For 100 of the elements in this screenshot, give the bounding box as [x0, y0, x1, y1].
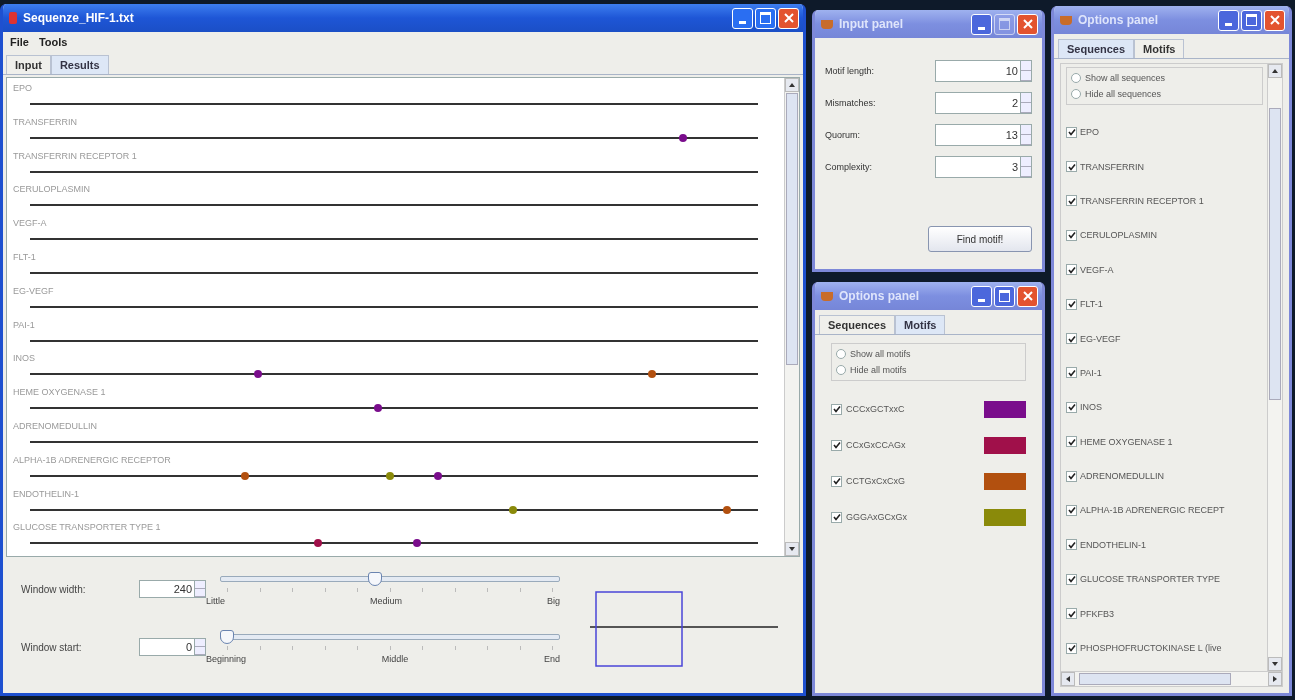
- control-label: Window start:: [21, 641, 83, 653]
- tab[interactable]: Motifs: [1134, 39, 1185, 58]
- scroll-thumb[interactable]: [786, 93, 798, 365]
- slider-thumb[interactable]: [220, 630, 234, 644]
- sequence-label: EPO: [1080, 127, 1099, 138]
- close-button[interactable]: [778, 7, 799, 29]
- checkbox[interactable]: [831, 475, 842, 487]
- maximize-button[interactable]: [1241, 9, 1262, 31]
- spinner-field[interactable]: 3: [935, 156, 1021, 178]
- spinner-field[interactable]: 0: [139, 638, 195, 656]
- maximize-icon: [1246, 14, 1257, 26]
- minimize-button[interactable]: [732, 7, 753, 29]
- sequence-label: VEGF-A: [1080, 264, 1114, 275]
- control-label: Window width:: [21, 583, 87, 595]
- scroll-down-button[interactable]: [785, 542, 799, 556]
- minimize-icon: [978, 298, 985, 302]
- motif-label: CCTGxCxCxG: [846, 476, 906, 486]
- sequence-name: FLT-1: [13, 251, 37, 264]
- checkbox[interactable]: [1066, 436, 1077, 448]
- tab[interactable]: Input: [6, 55, 51, 74]
- checkbox[interactable]: [1066, 367, 1077, 379]
- tab[interactable]: Motifs: [895, 315, 946, 334]
- spinner-field[interactable]: 10: [935, 60, 1021, 82]
- sequence-label: PFKFB3: [1080, 608, 1114, 619]
- tab[interactable]: Sequences: [1058, 39, 1135, 58]
- scrollbar[interactable]: [784, 78, 799, 556]
- slider-thumb[interactable]: [368, 572, 383, 586]
- radio-button[interactable]: [1071, 73, 1081, 83]
- scroll-left-button[interactable]: [1061, 672, 1075, 686]
- minimize-button[interactable]: [1218, 9, 1239, 31]
- scroll-up-button[interactable]: [785, 78, 799, 92]
- checkbox[interactable]: [1066, 608, 1077, 620]
- minimize-button[interactable]: [971, 285, 992, 307]
- checkbox[interactable]: [1066, 298, 1077, 310]
- minimize-button[interactable]: [971, 13, 992, 35]
- radio-label: Hide all motifs: [850, 365, 907, 375]
- scroll-right-button[interactable]: [1268, 672, 1282, 686]
- tab[interactable]: Results: [50, 55, 109, 74]
- menu-item[interactable]: Tools: [38, 36, 68, 48]
- radio-button[interactable]: [836, 349, 846, 359]
- checkbox[interactable]: [1066, 505, 1077, 516]
- color-swatch[interactable]: [984, 472, 1026, 490]
- spinner-field[interactable]: 13: [935, 124, 1021, 146]
- checkbox[interactable]: [1066, 333, 1077, 345]
- close-button[interactable]: [1264, 9, 1285, 31]
- checkbox[interactable]: [831, 439, 842, 451]
- scrollbar[interactable]: [1061, 671, 1282, 686]
- scrollbar[interactable]: [1267, 64, 1282, 671]
- sequence-label: PAI-1: [1080, 367, 1102, 378]
- checkbox[interactable]: [1066, 539, 1077, 551]
- scroll-thumb[interactable]: [1079, 673, 1231, 685]
- close-icon: [783, 13, 794, 23]
- spinner-field[interactable]: 2: [935, 92, 1021, 114]
- checkbox[interactable]: [1066, 401, 1077, 413]
- checkbox[interactable]: [1066, 470, 1077, 482]
- color-swatch[interactable]: [984, 436, 1026, 454]
- sequence-name: TRANSFERRIN: [13, 115, 78, 129]
- checkbox[interactable]: [1066, 195, 1077, 207]
- scroll-thumb[interactable]: [1269, 108, 1281, 400]
- menu-item[interactable]: File: [10, 36, 29, 48]
- sequence-name: EPO: [13, 82, 33, 95]
- checkbox[interactable]: [1066, 264, 1077, 276]
- maximize-button[interactable]: [994, 285, 1015, 307]
- color-swatch[interactable]: [984, 400, 1026, 418]
- up-arrow-icon: [1272, 69, 1278, 73]
- sequence-label: TRANSFERRIN RECEPTOR 1: [1080, 195, 1204, 206]
- field-label: Quorum:: [825, 130, 860, 140]
- sequence-name: EG-VEGF: [13, 284, 55, 298]
- radio-button[interactable]: [1071, 89, 1081, 99]
- checkbox[interactable]: [1066, 126, 1077, 138]
- sequence-label: ADRENOMEDULLIN: [1080, 471, 1164, 482]
- close-button[interactable]: [1017, 13, 1038, 35]
- field-label: Mismatches:: [825, 98, 876, 108]
- maximize-button[interactable]: [755, 7, 776, 29]
- motif-label: GGGAxGCxGx: [846, 512, 908, 522]
- checkbox[interactable]: [1066, 642, 1077, 654]
- scroll-down-button[interactable]: [1268, 657, 1282, 671]
- radio-button[interactable]: [836, 365, 846, 375]
- checkbox[interactable]: [831, 403, 842, 415]
- slider-track[interactable]: [220, 572, 560, 586]
- close-button[interactable]: [1017, 285, 1038, 307]
- checkbox[interactable]: [1066, 229, 1077, 241]
- checkbox[interactable]: [831, 511, 842, 523]
- scroll-up-button[interactable]: [1268, 64, 1282, 78]
- app-icon: [9, 12, 17, 24]
- color-swatch[interactable]: [984, 508, 1026, 526]
- close-icon: [1022, 291, 1033, 301]
- checkbox[interactable]: [1066, 161, 1077, 173]
- sequence-label: ENDOTHELIN-1: [1080, 539, 1146, 550]
- sequence-label: GLUCOSE TRANSPORTER TYPE: [1080, 574, 1221, 585]
- tab[interactable]: Sequences: [819, 315, 896, 334]
- slider-track[interactable]: [220, 630, 560, 644]
- sequence-name: INOS: [13, 352, 36, 366]
- find-motif-button[interactable]: Find motif!: [928, 226, 1032, 252]
- spinner-field[interactable]: 240: [139, 580, 195, 598]
- radio-label: Show all motifs: [850, 349, 911, 359]
- slider-label: Beginning: [206, 654, 247, 664]
- checkbox[interactable]: [1066, 573, 1077, 585]
- minimize-icon: [978, 26, 985, 30]
- down-arrow-icon: [1272, 662, 1278, 666]
